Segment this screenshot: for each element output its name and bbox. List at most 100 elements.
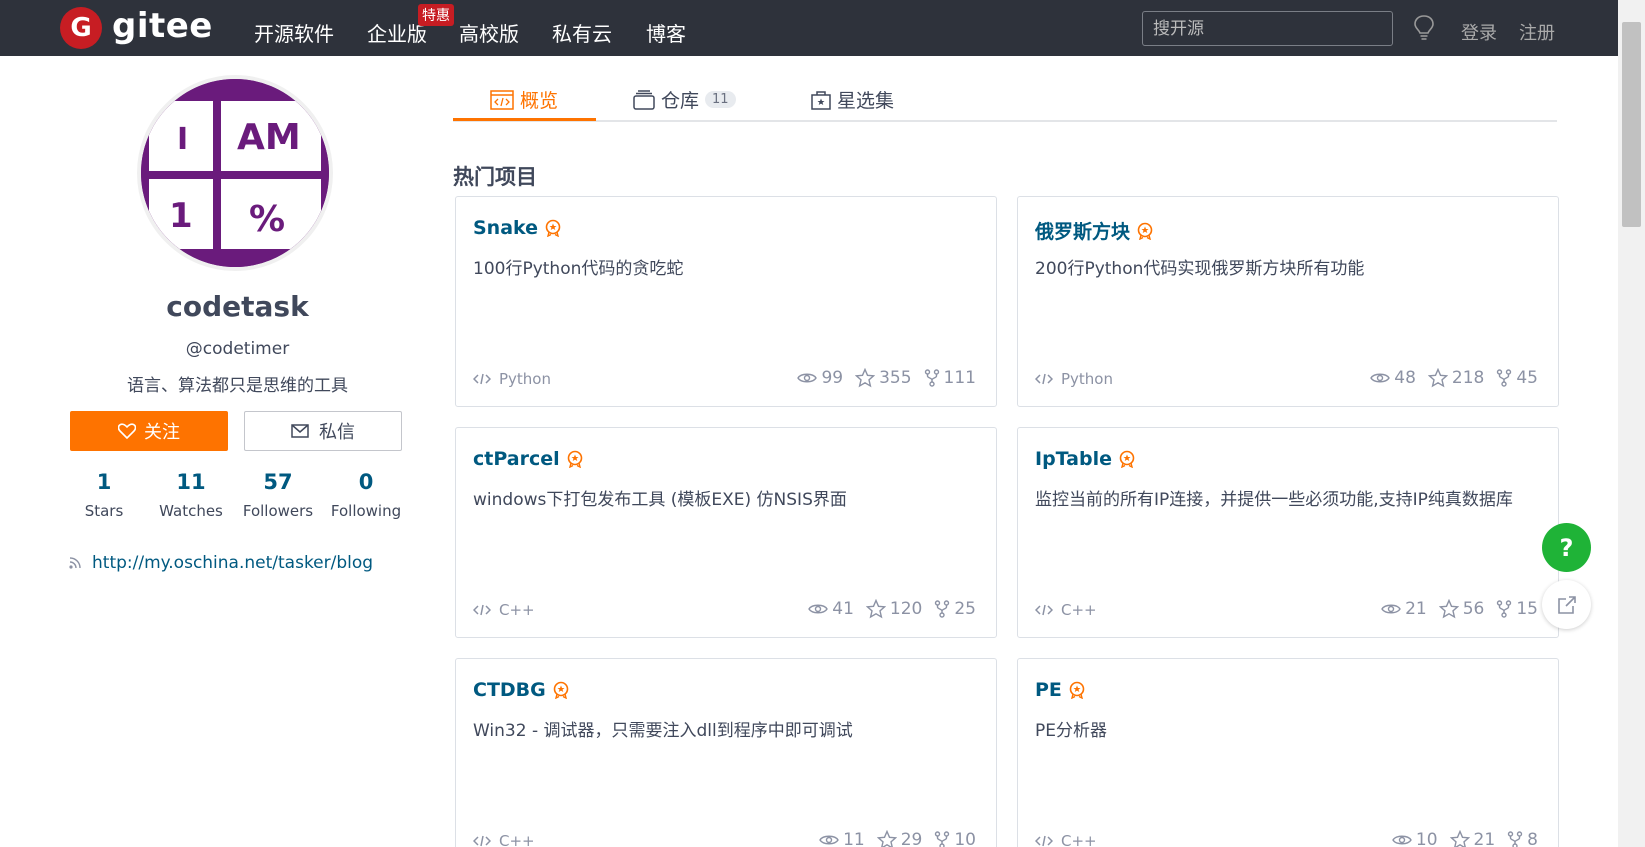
nav-badge-promo: 特惠 [418, 4, 454, 26]
blog-link[interactable]: http://my.oschina.net/tasker/blog [68, 553, 373, 573]
star-icon [865, 599, 886, 619]
project-title[interactable]: 俄罗斯方块 [1035, 217, 1154, 244]
follow-button[interactable]: 关注 [70, 411, 228, 451]
project-description: 监控当前的所有IP连接，并提供一些必须功能,支持IP纯真数据库 [1035, 490, 1513, 510]
project-name[interactable]: CTDBG [473, 679, 546, 701]
code-icon [1035, 835, 1053, 847]
project-description: PE分析器 [1035, 721, 1107, 741]
project-language[interactable]: C++ [1035, 601, 1097, 619]
project-watches[interactable]: 10 [1392, 830, 1438, 847]
watch-eye-icon [1370, 373, 1391, 383]
project-name[interactable]: ctParcel [473, 448, 560, 470]
project-stars[interactable]: 218 [1427, 368, 1484, 388]
heart-icon [118, 423, 136, 439]
scrollbar-thumb[interactable] [1622, 22, 1641, 227]
fork-icon [1497, 600, 1512, 618]
register-link[interactable]: 注册 [1519, 19, 1555, 45]
nav-university[interactable]: 高校版 [459, 18, 519, 47]
gvp-badge-icon [1119, 450, 1135, 468]
project-stars[interactable]: 29 [876, 830, 923, 847]
star-box-icon [811, 90, 831, 110]
blog-url[interactable]: http://my.oschina.net/tasker/blog [92, 553, 373, 573]
project-forks[interactable]: 25 [934, 599, 976, 619]
stat-followers[interactable]: 57 Followers [233, 470, 323, 520]
project-stars[interactable]: 355 [855, 368, 912, 388]
project-watch-count: 99 [821, 368, 844, 388]
project-fork-count: 45 [1516, 368, 1538, 388]
code-window-icon [490, 89, 514, 110]
tab-collections[interactable]: 星选集 [811, 86, 894, 113]
project-language[interactable]: Python [473, 370, 551, 388]
project-stars[interactable]: 21 [1449, 830, 1495, 847]
project-star-count: 29 [900, 830, 923, 847]
avatar[interactable]: I AM 1 % [137, 75, 333, 271]
project-watches[interactable]: 48 [1370, 368, 1416, 388]
project-title[interactable]: ctParcel [473, 448, 584, 470]
gitee-logo-icon[interactable]: G [60, 7, 102, 49]
page-scrollbar[interactable] [1618, 0, 1645, 847]
repo-icon [633, 89, 655, 110]
stat-following-count: 0 [358, 470, 374, 494]
gvp-badge-icon [553, 681, 569, 699]
fork-icon [935, 600, 950, 618]
avatar-image: I AM 1 % [141, 79, 329, 267]
project-card[interactable]: PE PE分析器 C++ 10 21 8 [1017, 658, 1559, 847]
project-card[interactable]: Snake 100行Python代码的贪吃蛇 Python 99 355 111 [455, 196, 997, 407]
project-forks[interactable]: 45 [1496, 368, 1538, 388]
project-card[interactable]: 俄罗斯方块 200行Python代码实现俄罗斯方块所有功能 Python 48 218 4… [1017, 196, 1559, 407]
profile-bio: 语言、算法都只是思维的工具 [127, 376, 348, 396]
stat-stars-label: Stars [84, 502, 124, 520]
project-name[interactable]: IpTable [1035, 448, 1112, 470]
project-watches[interactable]: 99 [797, 368, 843, 388]
message-button[interactable]: 私信 [244, 411, 402, 451]
project-forks[interactable]: 15 [1496, 599, 1538, 619]
project-watches[interactable]: 41 [808, 599, 854, 619]
login-link[interactable]: 登录 [1461, 19, 1497, 45]
nav-private-cloud[interactable]: 私有云 [552, 18, 612, 47]
project-language-label: C++ [1061, 601, 1097, 619]
stat-stars[interactable]: 1 Stars [59, 470, 149, 520]
project-language[interactable]: C++ [473, 601, 535, 619]
share-button[interactable] [1542, 580, 1591, 629]
lightbulb-icon[interactable] [1412, 14, 1436, 42]
search-input[interactable] [1142, 11, 1393, 46]
project-title[interactable]: IpTable [1035, 448, 1136, 470]
project-forks[interactable]: 111 [924, 368, 976, 388]
watch-eye-icon [1392, 835, 1412, 845]
project-language[interactable]: C++ [1035, 832, 1097, 847]
project-title[interactable]: CTDBG [473, 679, 570, 701]
active-tab-indicator [453, 118, 596, 121]
avatar-text-i: I [177, 122, 188, 157]
project-name[interactable]: PE [1035, 679, 1062, 701]
project-name[interactable]: Snake [473, 217, 538, 239]
nav-open-source[interactable]: 开源软件 [254, 18, 334, 47]
project-forks[interactable]: 8 [1507, 830, 1538, 847]
project-stats: 99 355 111 [797, 368, 976, 388]
nav-blog[interactable]: 博客 [646, 18, 686, 47]
project-card[interactable]: CTDBG Win32 - 调试器，只需要注入dll到程序中即可调试 C++ 11 29… [455, 658, 997, 847]
project-watches[interactable]: 11 [819, 830, 865, 847]
top-navbar: G gitee 开源软件 企业版 特惠 高校版 私有云 博客 登录 注册 [0, 0, 1645, 56]
project-name[interactable]: 俄罗斯方块 [1035, 217, 1130, 244]
project-title[interactable]: PE [1035, 679, 1086, 701]
profile-handle: @codetimer [185, 339, 290, 359]
project-language-label: Python [499, 370, 551, 388]
logo-text[interactable]: gitee [112, 6, 213, 46]
project-title[interactable]: Snake [473, 217, 562, 239]
tab-overview[interactable]: 概览 [490, 86, 558, 113]
stat-watches[interactable]: 11 Watches [146, 470, 236, 520]
project-card[interactable]: ctParcel windows下打包发布工具 (模板EXE) 仿NSIS界面 C+… [455, 427, 997, 638]
project-watches[interactable]: 21 [1381, 599, 1427, 619]
project-stars[interactable]: 56 [1438, 599, 1484, 619]
project-stars[interactable]: 120 [865, 599, 922, 619]
project-forks[interactable]: 10 [934, 830, 976, 847]
stat-following[interactable]: 0 Following [321, 470, 411, 520]
project-card[interactable]: IpTable 监控当前的所有IP连接，并提供一些必须功能,支持IP纯真数据库 C+… [1017, 427, 1559, 638]
project-language[interactable]: Python [1035, 370, 1113, 388]
tab-repositories[interactable]: 仓库 11 [633, 86, 736, 113]
project-language[interactable]: C++ [473, 832, 535, 847]
stat-watches-label: Watches [159, 502, 223, 520]
help-button[interactable]: ? [1542, 523, 1591, 572]
star-icon [1438, 599, 1459, 619]
profile-name: codetask [166, 290, 309, 323]
